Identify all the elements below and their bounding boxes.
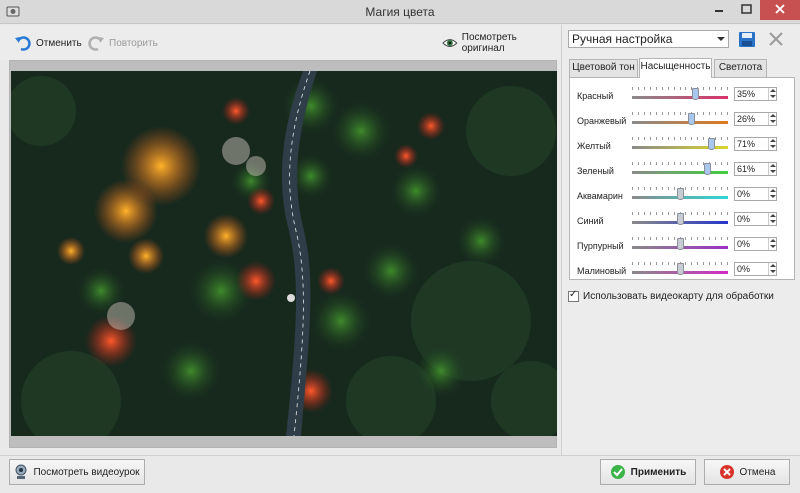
minimize-icon bbox=[715, 10, 723, 12]
view-original-label: Посмотреть оригинал bbox=[461, 32, 517, 54]
slider-label: Красный bbox=[577, 91, 614, 101]
slider-ticks bbox=[632, 87, 728, 91]
slider-label: Пурпурный bbox=[577, 241, 624, 251]
slider-row: Зеленый 61% bbox=[570, 161, 794, 186]
webcam-icon bbox=[15, 464, 27, 479]
spinner-arrows-icon[interactable] bbox=[768, 163, 776, 175]
settings-panel: Ручная настройка Цветовой тон Насыщеннос… bbox=[561, 25, 800, 455]
redo-arrow-icon bbox=[88, 36, 104, 51]
window-title: Магия цвета bbox=[365, 5, 435, 19]
apply-label: Применить bbox=[630, 466, 687, 478]
eye-icon bbox=[442, 39, 458, 47]
slider-label: Зеленый bbox=[577, 166, 614, 176]
slider-label: Малиновый bbox=[577, 266, 627, 276]
slider-label: Аквамарин bbox=[577, 191, 623, 201]
view-original-button[interactable]: Посмотреть оригинал bbox=[442, 32, 561, 54]
slider-row: Аквамарин 0% bbox=[570, 186, 794, 211]
green-check-icon bbox=[610, 465, 625, 479]
red-x-icon bbox=[719, 465, 734, 479]
slider-label: Синий bbox=[577, 216, 604, 226]
saturation-panel: Красный 35% Оранжевый 26% Желтый 71% Зеленый 61… bbox=[569, 77, 795, 280]
preset-dropdown[interactable]: Ручная настройка bbox=[568, 30, 729, 48]
slider-row: Оранжевый 26% bbox=[570, 111, 794, 136]
bottom-bar: Посмотреть видеоурок Применить Отмена bbox=[0, 455, 800, 493]
tab-bar: Цветовой тон Насыщенность Светлота bbox=[569, 58, 795, 78]
slider-row: Синий 0% bbox=[570, 211, 794, 236]
redo-button[interactable]: Повторить bbox=[87, 33, 158, 53]
slider-ticks bbox=[632, 112, 728, 116]
slider-row: Пурпурный 0% bbox=[570, 236, 794, 261]
spinner-arrows-icon[interactable] bbox=[768, 263, 776, 275]
spinner-arrows-icon[interactable] bbox=[768, 238, 776, 250]
slider-value: 71% bbox=[737, 139, 756, 149]
slider-ticks bbox=[632, 162, 728, 166]
slider-track[interactable] bbox=[632, 171, 728, 174]
preset-value: Ручная настройка bbox=[572, 32, 673, 46]
spinner-arrows-icon[interactable] bbox=[768, 188, 776, 200]
cancel-label: Отмена bbox=[739, 466, 776, 478]
tab-hue[interactable]: Цветовой тон bbox=[569, 59, 638, 77]
slider-row: Красный 35% bbox=[570, 86, 794, 111]
slider-value: 61% bbox=[737, 164, 756, 174]
slider-thumb[interactable] bbox=[708, 138, 715, 150]
minimize-button[interactable] bbox=[705, 0, 733, 20]
slider-value: 26% bbox=[737, 114, 756, 124]
photo-preview bbox=[11, 71, 557, 436]
slider-value: 0% bbox=[737, 189, 751, 199]
apply-button[interactable]: Применить bbox=[600, 459, 696, 485]
slider-row: Желтый 71% bbox=[570, 136, 794, 161]
slider-thumb[interactable] bbox=[677, 213, 684, 225]
tab-lightness[interactable]: Светлота bbox=[714, 59, 767, 77]
slider-thumb[interactable] bbox=[688, 113, 695, 125]
spinner-arrows-icon[interactable] bbox=[768, 113, 776, 125]
floppy-disk-icon[interactable] bbox=[738, 31, 756, 48]
slider-label: Оранжевый bbox=[577, 116, 627, 126]
spinner-arrows-icon[interactable] bbox=[768, 138, 776, 150]
checkbox-checked-icon[interactable] bbox=[568, 289, 579, 302]
maximize-icon bbox=[741, 4, 752, 14]
slider-value-input[interactable]: 61% bbox=[734, 162, 777, 176]
slider-value-input[interactable]: 71% bbox=[734, 137, 777, 151]
close-window-button[interactable] bbox=[760, 0, 800, 20]
redo-label: Повторить bbox=[109, 37, 158, 49]
slider-value-input[interactable]: 0% bbox=[734, 187, 777, 201]
slider-value-input[interactable]: 35% bbox=[734, 87, 777, 101]
slider-label: Желтый bbox=[577, 141, 611, 151]
slider-value-input[interactable]: 0% bbox=[734, 262, 777, 276]
slider-value: 0% bbox=[737, 214, 751, 224]
slider-row: Малиновый 0% bbox=[570, 261, 794, 286]
watch-tutorial-button[interactable]: Посмотреть видеоурок bbox=[9, 459, 145, 485]
slider-value: 35% bbox=[737, 89, 756, 99]
chevron-down-icon bbox=[717, 37, 725, 41]
spinner-arrows-icon[interactable] bbox=[768, 88, 776, 100]
slider-thumb[interactable] bbox=[677, 238, 684, 250]
spinner-arrows-icon[interactable] bbox=[768, 213, 776, 225]
watch-tutorial-label: Посмотреть видеоурок bbox=[33, 466, 140, 478]
slider-value: 0% bbox=[737, 264, 751, 274]
slider-thumb[interactable] bbox=[677, 263, 684, 275]
tab-saturation[interactable]: Насыщенность bbox=[639, 58, 712, 78]
image-preview-area bbox=[9, 60, 557, 448]
toolbar: Отменить Повторить Посмотреть оригинал bbox=[0, 25, 561, 60]
undo-button[interactable]: Отменить bbox=[14, 33, 82, 53]
close-icon bbox=[775, 4, 785, 14]
close-x-icon[interactable] bbox=[769, 32, 783, 46]
gpu-label: Использовать видеокарту для обработки bbox=[583, 291, 774, 302]
maximize-button[interactable] bbox=[734, 0, 762, 20]
title-bar: Магия цвета bbox=[0, 0, 800, 24]
slider-thumb[interactable] bbox=[704, 163, 711, 175]
slider-track[interactable] bbox=[632, 96, 728, 99]
slider-value-input[interactable]: 26% bbox=[734, 112, 777, 126]
undo-label: Отменить bbox=[36, 37, 82, 49]
gpu-checkbox[interactable]: Использовать видеокарту для обработки bbox=[568, 289, 774, 302]
slider-value-input[interactable]: 0% bbox=[734, 212, 777, 226]
slider-thumb[interactable] bbox=[692, 88, 699, 100]
undo-arrow-icon bbox=[15, 36, 31, 51]
slider-value: 0% bbox=[737, 239, 751, 249]
slider-track[interactable] bbox=[632, 121, 728, 124]
cancel-button[interactable]: Отмена bbox=[704, 459, 790, 485]
slider-thumb[interactable] bbox=[677, 188, 684, 200]
slider-value-input[interactable]: 0% bbox=[734, 237, 777, 251]
